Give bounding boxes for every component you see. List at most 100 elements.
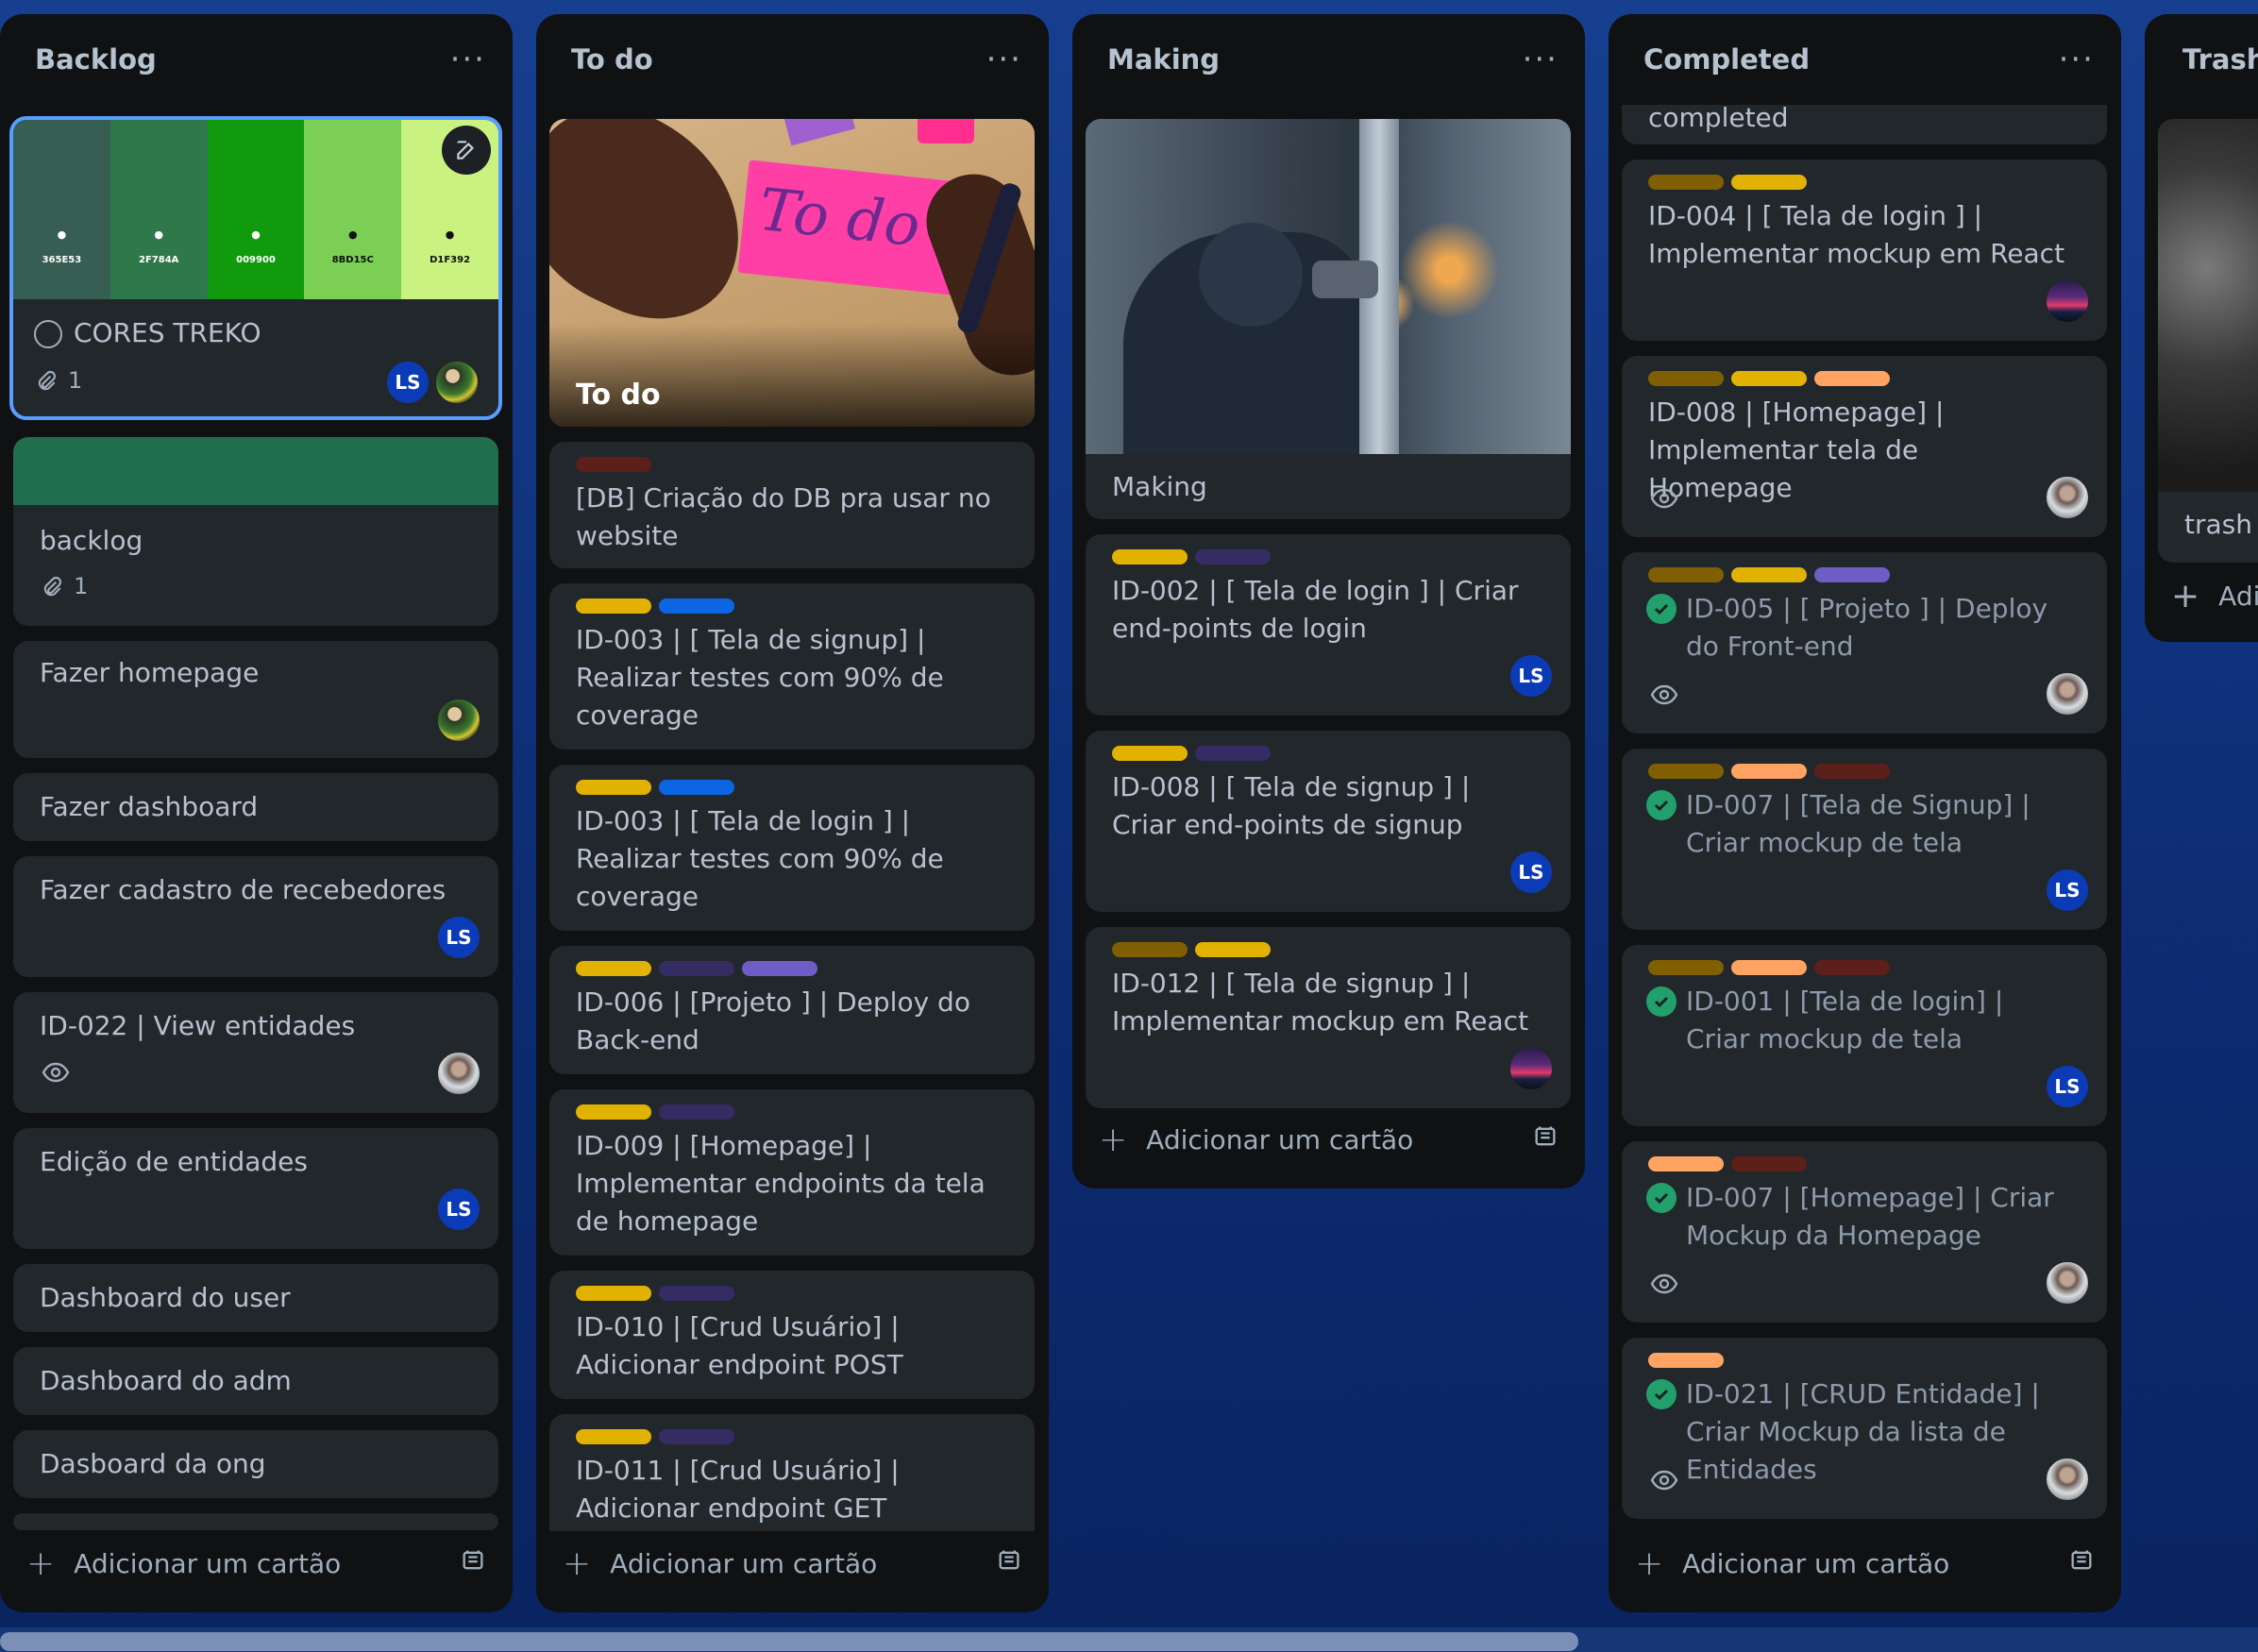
card-labels[interactable] xyxy=(1648,1156,1807,1172)
card-id-008-homepage[interactable]: ID-008 | [Homepage] | Implementar tela d… xyxy=(1622,356,2107,537)
avatar[interactable]: LS xyxy=(436,1187,481,1232)
check-circle-icon[interactable] xyxy=(1646,986,1677,1017)
avatar-photo[interactable] xyxy=(436,1051,481,1096)
avatar-photo[interactable] xyxy=(2045,1260,2090,1306)
complete-circle[interactable] xyxy=(34,320,62,348)
card-labels[interactable] xyxy=(1648,567,1890,582)
card-labels[interactable] xyxy=(1648,175,1807,190)
card-id-010[interactable]: ID-010 | [Crud Usuário] | Adicionar endp… xyxy=(549,1271,1035,1399)
list-title[interactable]: Making xyxy=(1107,43,1220,76)
card-fazer-cadastro[interactable]: Fazer cadastro de recebedores LS xyxy=(13,856,498,977)
card-id-009[interactable]: ID-009 | [Homepage] | Implementar endpoi… xyxy=(549,1089,1035,1256)
card-id-007-homepage[interactable]: ID-007 | [Homepage] | Criar Mockup da Ho… xyxy=(1622,1141,2107,1323)
check-circle-icon[interactable] xyxy=(1646,1183,1677,1213)
ellipsis-icon[interactable]: ··· xyxy=(2059,43,2095,76)
avatar-photo[interactable] xyxy=(434,360,480,405)
card-labels[interactable] xyxy=(1648,371,1890,386)
card-id-004[interactable]: ID-004 | [ Tela de login ] | Implementar… xyxy=(1622,160,2107,341)
card-dashboard-adm[interactable]: Dashboard do adm xyxy=(13,1347,498,1415)
add-card-button[interactable]: + Adicionar um cartão xyxy=(26,1533,486,1593)
check-circle-icon[interactable] xyxy=(1646,594,1677,624)
card-id-012[interactable]: ID-012 | [ Tela de signup ] | Implementa… xyxy=(1086,927,1571,1108)
card-id-002[interactable]: ID-002 | [ Tela de login ] | Criar end-p… xyxy=(1086,534,1571,716)
horizontal-scrollbar[interactable] xyxy=(0,1627,2258,1652)
avatar[interactable]: LS xyxy=(2045,1064,2090,1109)
add-card-button[interactable]: + Adicionar um cartão xyxy=(563,1533,1022,1593)
card-id-005[interactable]: ID-005 | [ Projeto ] | Deploy do Front-e… xyxy=(1622,552,2107,733)
list-header[interactable]: Trash xyxy=(2145,14,2258,105)
card-id-003-login[interactable]: ID-003 | [ Tela de login ] | Realizar te… xyxy=(549,765,1035,931)
card-id-008-signup[interactable]: ID-008 | [ Tela de signup ] | Criar end-… xyxy=(1086,731,1571,912)
list-title[interactable]: Backlog xyxy=(35,43,157,76)
avatar-photo[interactable] xyxy=(2045,671,2090,716)
card-labels[interactable] xyxy=(576,1104,734,1120)
add-card-button[interactable]: + Adicionar um cartão xyxy=(1635,1533,2095,1593)
list-title[interactable]: Completed xyxy=(1643,43,1810,76)
card-fazer-dashboard[interactable]: Fazer dashboard xyxy=(13,773,498,841)
card-completed[interactable]: completed xyxy=(1622,105,2107,144)
card-fazer-homepage[interactable]: Fazer homepage xyxy=(13,641,498,758)
card-id-003-signup[interactable]: ID-003 | [ Tela de signup] | Realizar te… xyxy=(549,583,1035,750)
card-template-icon[interactable] xyxy=(2068,1547,2095,1580)
card-id-007-signup[interactable]: ID-007 | [Tela de Signup] | Criar mockup… xyxy=(1622,749,2107,930)
card-labels[interactable] xyxy=(576,1429,734,1444)
card-backlog[interactable]: backlog 1 xyxy=(13,437,498,626)
card-trash[interactable]: trash xyxy=(2158,119,2258,563)
card-dashboard-ong[interactable]: Dasboard da ong xyxy=(13,1430,498,1498)
card-todo-cover[interactable]: To do To do xyxy=(549,119,1035,427)
card-labels[interactable] xyxy=(1648,960,1890,975)
card-template-icon[interactable] xyxy=(996,1547,1022,1580)
card-id-021[interactable]: ID-021 | [CRUD Entidade] | Criar Mockup … xyxy=(1622,1338,2107,1519)
ellipsis-icon[interactable]: ··· xyxy=(450,43,486,76)
card-view-entidades[interactable]: ID-022 | View entidades xyxy=(13,992,498,1113)
card-template-icon[interactable] xyxy=(460,1547,486,1580)
card-template-icon[interactable] xyxy=(1532,1123,1559,1156)
list-header[interactable]: To do ··· xyxy=(536,14,1049,105)
check-circle-icon[interactable] xyxy=(1646,1379,1677,1409)
card-id-001[interactable]: ID-001 | [Tela de login] | Criar mockup … xyxy=(1622,945,2107,1126)
scrollbar-thumb[interactable] xyxy=(0,1632,1578,1651)
list-title[interactable]: To do xyxy=(571,43,653,76)
card-labels[interactable] xyxy=(1648,1353,1724,1368)
card-id-011[interactable]: ID-011 | [Crud Usuário] | Adicionar endp… xyxy=(549,1414,1035,1531)
label xyxy=(659,961,734,976)
add-card-button[interactable]: + Adicionar um cartão xyxy=(2171,577,2258,615)
avatar-photo[interactable] xyxy=(436,698,481,743)
ellipsis-icon[interactable]: ··· xyxy=(1523,43,1559,76)
check-circle-icon[interactable] xyxy=(1646,790,1677,820)
ellipsis-icon[interactable]: ··· xyxy=(986,43,1022,76)
avatar[interactable]: LS xyxy=(1508,850,1554,895)
avatar-photo[interactable] xyxy=(2045,278,2090,324)
card-making-cover[interactable]: Making xyxy=(1086,119,1571,519)
list-header[interactable]: Making ··· xyxy=(1072,14,1585,105)
card-labels[interactable] xyxy=(576,598,734,614)
card-labels[interactable] xyxy=(576,1286,734,1301)
list-title[interactable]: Trash xyxy=(2182,43,2258,76)
card-labels[interactable] xyxy=(576,780,734,795)
card-labels[interactable] xyxy=(576,457,651,472)
card-id-006[interactable]: ID-006 | [Projeto ] | Deploy do Back-end xyxy=(549,946,1035,1074)
label xyxy=(659,598,734,614)
card-cores-treko[interactable]: ● 365E53 ● 2F784A ● 009900 ● 8BD15C ● D1… xyxy=(9,116,502,420)
list-header[interactable]: Backlog ··· xyxy=(0,14,513,105)
avatar[interactable]: LS xyxy=(436,915,481,960)
avatar-photo[interactable] xyxy=(1508,1046,1554,1091)
pencil-edit-icon[interactable] xyxy=(442,126,491,175)
avatar-photo[interactable] xyxy=(2045,475,2090,520)
avatar-photo[interactable] xyxy=(2045,1457,2090,1502)
card-partial[interactable] xyxy=(13,1513,498,1530)
card-labels[interactable] xyxy=(1112,549,1271,565)
card-db-criacao[interactable]: [DB] Criação do DB pra usar no website xyxy=(549,442,1035,568)
list-header[interactable]: Completed ··· xyxy=(1609,14,2121,105)
card-labels[interactable] xyxy=(1648,764,1890,779)
card-title: Fazer cadastro de recebedores xyxy=(40,874,447,905)
card-labels[interactable] xyxy=(576,961,817,976)
card-edicao-entidades[interactable]: Edição de entidades LS xyxy=(13,1128,498,1249)
add-card-button[interactable]: + Adicionar um cartão xyxy=(1099,1109,1559,1170)
avatar[interactable]: LS xyxy=(2045,868,2090,913)
avatar[interactable]: LS xyxy=(1508,653,1554,699)
card-labels[interactable] xyxy=(1112,942,1271,957)
card-labels[interactable] xyxy=(1112,746,1271,761)
card-dashboard-user[interactable]: Dashboard do user xyxy=(13,1264,498,1332)
avatar[interactable]: LS xyxy=(385,360,430,405)
